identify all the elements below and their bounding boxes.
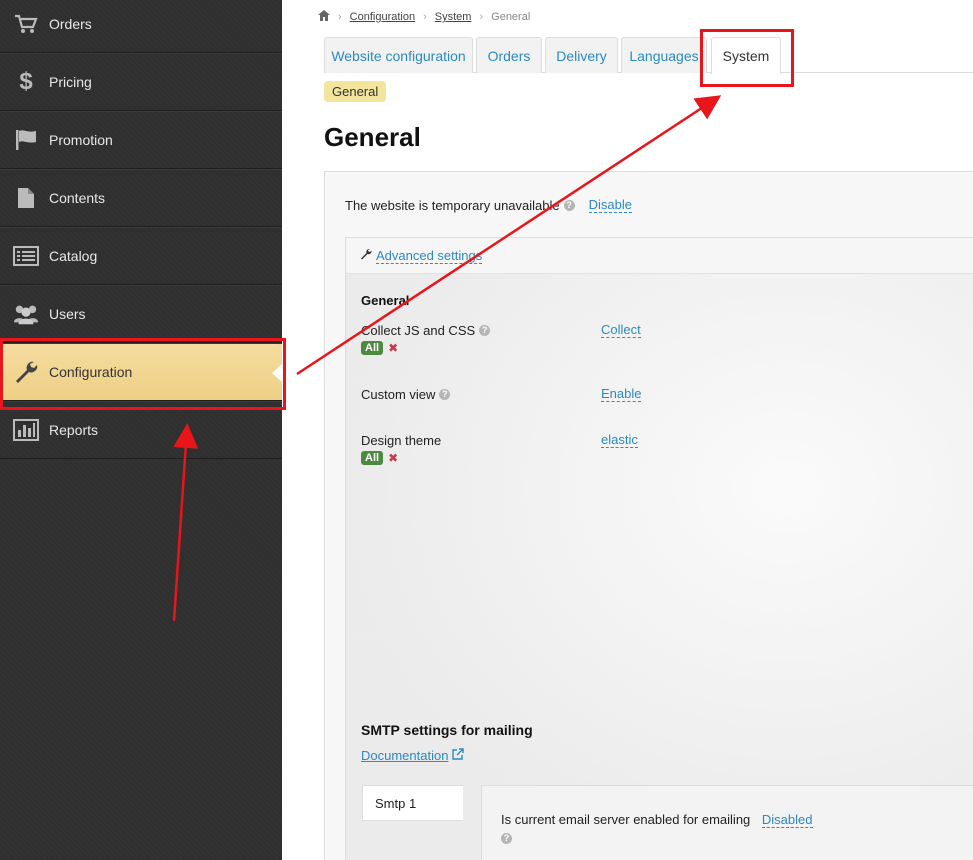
sidebar-item-contents[interactable]: Contents (0, 169, 282, 227)
option-label-text: Collect JS and CSS (361, 323, 476, 338)
sidebar: Orders $ Pricing Promotion Contents Cata… (0, 0, 282, 860)
custom-view-label: Custom view ? (361, 387, 451, 402)
collect-js-css-label: Collect JS and CSS ? (361, 323, 491, 338)
remove-icon[interactable]: ✖ (388, 341, 398, 355)
tab-system[interactable]: System (711, 37, 781, 74)
sidebar-item-label: Promotion (49, 132, 113, 148)
advanced-settings-header: Advanced settings (346, 238, 973, 274)
email-server-enabled-toggle[interactable]: Disabled (761, 812, 813, 828)
breadcrumb-separator: › (338, 11, 342, 23)
breadcrumb-system[interactable]: System (435, 11, 472, 23)
wrench-icon (360, 248, 372, 263)
list-icon (13, 244, 39, 268)
documentation-link[interactable]: Documentation (361, 748, 465, 763)
dollar-icon: $ (19, 68, 33, 95)
general-section-title: General (361, 293, 410, 308)
help-icon[interactable]: ? (479, 325, 491, 336)
bar-chart-icon (13, 418, 39, 442)
breadcrumb-separator: › (423, 11, 427, 23)
tab-languages[interactable]: Languages (621, 37, 707, 73)
advanced-settings-panel: Advanced settings General Collect JS and… (345, 237, 973, 860)
help-icon[interactable]: ? (439, 389, 451, 400)
remove-icon[interactable]: ✖ (388, 451, 398, 465)
all-badge: All (361, 451, 384, 465)
flag-icon (13, 128, 39, 152)
sidebar-item-pricing[interactable]: $ Pricing (0, 53, 282, 111)
email-server-enabled-label: Is current email server enabled for emai… (501, 812, 751, 827)
document-icon (13, 186, 39, 210)
sidebar-item-catalog[interactable]: Catalog (0, 227, 282, 285)
external-link-icon (452, 748, 465, 763)
sidebar-item-label: Pricing (49, 74, 92, 90)
advanced-settings-link[interactable]: Advanced settings (376, 248, 483, 264)
sidebar-item-label: Configuration (49, 364, 133, 380)
smtp-settings-box: Is current email server enabled for emai… (481, 785, 973, 860)
scope-badge: All ✖ (361, 451, 398, 465)
sidebar-item-configuration[interactable]: Configuration (0, 343, 282, 401)
option-label-text: Custom view (361, 387, 436, 402)
scope-badge: All ✖ (361, 341, 398, 355)
disable-link[interactable]: Disable (588, 197, 632, 213)
all-badge: All (361, 341, 384, 355)
sidebar-item-reports[interactable]: Reports (0, 401, 282, 459)
design-theme-label: Design theme (361, 433, 441, 448)
sidebar-item-label: Reports (49, 422, 99, 438)
sidebar-item-label: Orders (49, 16, 92, 32)
breadcrumb-separator: › (479, 11, 484, 23)
email-server-enabled-row: Is current email server enabled for emai… (501, 812, 813, 844)
settings-panel: The website is temporary unavailable ? D… (324, 171, 973, 860)
users-icon (13, 302, 39, 326)
sidebar-item-orders[interactable]: Orders (0, 0, 282, 53)
collect-link[interactable]: Collect (601, 322, 641, 338)
tab-orders[interactable]: Orders (476, 37, 542, 73)
documentation-link-text: Documentation (361, 748, 449, 763)
page-title: General (324, 122, 421, 152)
section-badge: General (324, 81, 387, 102)
sidebar-item-users[interactable]: Users (0, 285, 282, 343)
breadcrumb-current: General (491, 11, 531, 23)
temporary-unavailable-row: The website is temporary unavailable ? D… (345, 197, 632, 213)
tab-delivery[interactable]: Delivery (545, 37, 618, 73)
help-icon[interactable]: ? (501, 833, 512, 844)
tab-bar: Website configuration Orders Delivery La… (324, 37, 973, 74)
help-icon[interactable]: ? (563, 199, 575, 211)
breadcrumb: › Configuration › System › General (318, 10, 530, 24)
enable-link[interactable]: Enable (601, 386, 642, 402)
home-icon[interactable] (318, 10, 330, 24)
wrench-icon (13, 360, 39, 384)
temporary-unavailable-label: The website is temporary unavailable (345, 197, 560, 213)
smtp-section-title: SMTP settings for mailing (361, 722, 533, 738)
option-label-text: Design theme (361, 433, 442, 448)
cart-icon (13, 12, 39, 36)
breadcrumb-configuration[interactable]: Configuration (350, 11, 415, 23)
theme-link[interactable]: elastic (601, 432, 638, 448)
smtp-tab[interactable]: Smtp 1 (362, 785, 463, 821)
sidebar-item-label: Contents (49, 190, 106, 206)
sidebar-item-promotion[interactable]: Promotion (0, 111, 282, 169)
sidebar-item-label: Catalog (49, 248, 98, 264)
sidebar-item-label: Users (49, 306, 86, 322)
tab-website-configuration[interactable]: Website configuration (324, 37, 473, 73)
main-content: › Configuration › System › General Websi… (282, 0, 973, 860)
